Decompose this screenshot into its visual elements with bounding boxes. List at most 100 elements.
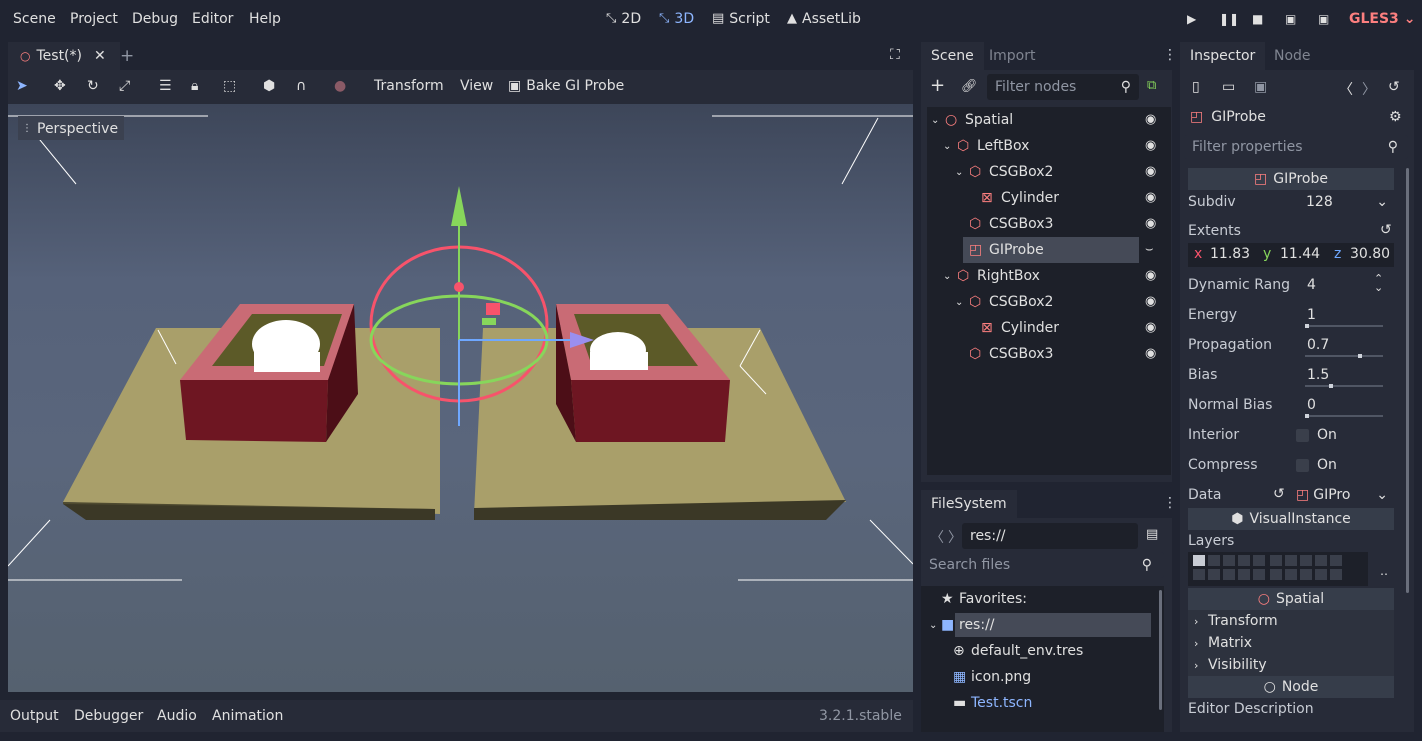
debugger-tab[interactable]: Debugger <box>74 708 143 724</box>
object-settings-icon[interactable]: ⚙ <box>1389 109 1402 125</box>
subdiv-select[interactable]: 128 ⌄ <box>1300 190 1394 214</box>
tree-node-spatial[interactable]: ⌄ ○ Spatial <box>931 107 1013 133</box>
bias-value[interactable]: 1.5 <box>1307 367 1387 383</box>
rotate-tool-icon[interactable]: ↻ <box>87 78 99 94</box>
file-item[interactable]: ⊕ default_env.tres <box>953 638 1083 664</box>
visibility-eye-icon[interactable]: ◉ <box>1145 138 1156 153</box>
interior-checkbox[interactable]: On <box>1296 427 1337 443</box>
scale-tool-icon[interactable]: ⤢ <box>119 78 130 94</box>
play-icon[interactable]: ▶ <box>1187 12 1196 26</box>
tree-node-leftbox[interactable]: ⌄ ⬡ LeftBox <box>943 133 1029 159</box>
group-visibility[interactable]: › Visibility <box>1194 654 1267 676</box>
local-space-icon[interactable]: ⬢ <box>263 78 275 94</box>
perspective-menu[interactable]: ⋮ Perspective <box>18 116 125 140</box>
tree-node-giprobe[interactable]: ◰ GIProbe <box>969 237 1044 263</box>
visibility-eye-icon[interactable]: ◉ <box>1145 112 1156 127</box>
tab-filesystem[interactable]: FileSystem <box>921 490 1017 518</box>
visibility-eye-icon[interactable]: ◉ <box>1145 190 1156 205</box>
file-item[interactable]: ▦ icon.png <box>953 664 1031 690</box>
revert-icon[interactable]: ↺ <box>1273 486 1285 502</box>
inspector-scrollbar[interactable] <box>1406 168 1409 593</box>
forward-icon[interactable]: 〉 <box>948 527 962 547</box>
pause-icon[interactable]: ❚❚ <box>1219 12 1239 26</box>
normal-bias-slider[interactable] <box>1305 414 1383 418</box>
spin-arrows-icon[interactable]: ⌃ ⌄ <box>1374 273 1383 293</box>
compress-checkbox[interactable]: On <box>1296 457 1337 473</box>
favorites-item[interactable]: ★ Favorites: <box>941 586 1027 612</box>
visibility-eye-icon[interactable]: ◉ <box>1145 346 1156 361</box>
group-transform[interactable]: › Transform <box>1194 610 1278 632</box>
revert-icon[interactable]: ↺ <box>1380 222 1392 238</box>
layers-grid[interactable] <box>1188 552 1368 586</box>
visibility-eye-icon[interactable]: ◉ <box>1145 294 1156 309</box>
search-files-input[interactable]: Search files ⚲ <box>921 552 1164 578</box>
list-select-icon[interactable]: ☰ <box>159 78 172 94</box>
instance-scene-icon[interactable]: ⧉ <box>1147 78 1156 93</box>
visibility-hidden-icon[interactable]: ⌣ <box>1145 242 1154 257</box>
tab-scene[interactable]: Scene <box>921 42 984 70</box>
filter-nodes-input[interactable]: Filter nodes ⚲ <box>987 74 1139 100</box>
link-icon[interactable]: 🔗︎ <box>961 79 978 94</box>
energy-slider[interactable] <box>1305 324 1383 328</box>
play-custom-scene-icon[interactable]: ▣ <box>1318 12 1329 26</box>
lock-icon[interactable]: 🔒︎ <box>191 78 198 94</box>
transform-menu[interactable]: Transform <box>374 78 444 94</box>
bias-slider[interactable] <box>1305 384 1383 388</box>
filter-properties-input[interactable]: Filter properties ⚲ <box>1184 135 1408 159</box>
save-icon[interactable]: ▣ <box>1254 79 1267 95</box>
data-resource-picker[interactable]: ◰ GIPro ⌄ <box>1296 484 1394 506</box>
fullscreen-icon[interactable]: ⛶ <box>890 47 900 63</box>
menu-debug[interactable]: Debug <box>132 11 178 27</box>
res-folder[interactable]: ⌄ ■ res:// <box>929 612 995 638</box>
add-node-icon[interactable]: + <box>930 77 945 95</box>
back-icon[interactable]: 〈 <box>1339 79 1353 99</box>
3d-viewport[interactable]: ⋮ Perspective <box>8 104 913 692</box>
tree-node-csgbox3[interactable]: ⬡ CSGBox3 <box>969 211 1053 237</box>
add-tab-icon[interactable]: + <box>120 46 134 66</box>
bake-gi-probe-button[interactable]: ▣ Bake GI Probe <box>508 78 624 94</box>
tree-node-rightbox[interactable]: ⌄ ⬡ RightBox <box>943 263 1040 289</box>
mode-3d-button[interactable]: ⤡ 3D <box>659 11 694 27</box>
split-view-icon[interactable]: ▤ <box>1146 527 1158 542</box>
extents-field[interactable]: x 11.83 y 11.44 z 30.80 <box>1188 243 1394 267</box>
tab-node[interactable]: Node <box>1264 42 1321 70</box>
back-icon[interactable]: 〈 <box>930 527 944 547</box>
menu-help[interactable]: Help <box>249 11 281 27</box>
group-icon[interactable]: ⬚ <box>223 78 236 94</box>
visibility-eye-icon[interactable]: ◉ <box>1145 216 1156 231</box>
audio-tab[interactable]: Audio <box>157 708 197 724</box>
animation-tab[interactable]: Animation <box>212 708 283 724</box>
dock-menu-icon[interactable]: ⋮ <box>1163 495 1177 511</box>
file-item[interactable]: ▬ Test.tscn <box>953 690 1032 716</box>
normal-bias-value[interactable]: 0 <box>1307 397 1387 413</box>
play-scene-icon[interactable]: ▣ <box>1285 12 1296 26</box>
extents-z-value[interactable]: 30.80 <box>1350 246 1390 262</box>
mode-script-button[interactable]: ▤ Script <box>712 11 770 27</box>
history-icon[interactable]: ↺ <box>1388 79 1400 95</box>
tree-node-cylinder[interactable]: ⊠ Cylinder <box>981 185 1059 211</box>
new-resource-icon[interactable]: ▯ <box>1192 79 1200 95</box>
visibility-eye-icon[interactable]: ◉ <box>1145 164 1156 179</box>
tree-node-csgbox2-right[interactable]: ⌄ ⬡ CSGBox2 <box>955 289 1053 315</box>
scene-tab[interactable]: ○ Test(*) ✕ <box>8 42 120 70</box>
snap-icon[interactable]: ∩ <box>296 78 306 94</box>
more-options-icon[interactable]: ‥ <box>1380 564 1388 578</box>
menu-editor[interactable]: Editor <box>192 11 233 27</box>
tree-node-csgbox3-right[interactable]: ⬡ CSGBox3 <box>969 341 1053 367</box>
tree-node-cylinder-right[interactable]: ⊠ Cylinder <box>981 315 1059 341</box>
tab-import[interactable]: Import <box>979 42 1045 70</box>
forward-icon[interactable]: 〉 <box>1362 79 1376 99</box>
mode-assetlib-button[interactable]: ▲ AssetLib <box>787 11 861 27</box>
stop-icon[interactable]: ■ <box>1252 12 1263 26</box>
move-tool-icon[interactable]: ✥ <box>54 78 66 94</box>
camera-icon[interactable]: ● <box>334 78 346 94</box>
tab-inspector[interactable]: Inspector <box>1180 42 1266 70</box>
visibility-eye-icon[interactable]: ◉ <box>1145 268 1156 283</box>
visibility-eye-icon[interactable]: ◉ <box>1145 320 1156 335</box>
output-tab[interactable]: Output <box>10 708 59 724</box>
extents-y-value[interactable]: 11.44 <box>1280 246 1320 262</box>
propagation-value[interactable]: 0.7 <box>1307 337 1387 353</box>
group-matrix[interactable]: › Matrix <box>1194 632 1252 654</box>
select-tool-icon[interactable]: ➤ <box>16 78 28 94</box>
propagation-slider[interactable] <box>1305 354 1383 358</box>
